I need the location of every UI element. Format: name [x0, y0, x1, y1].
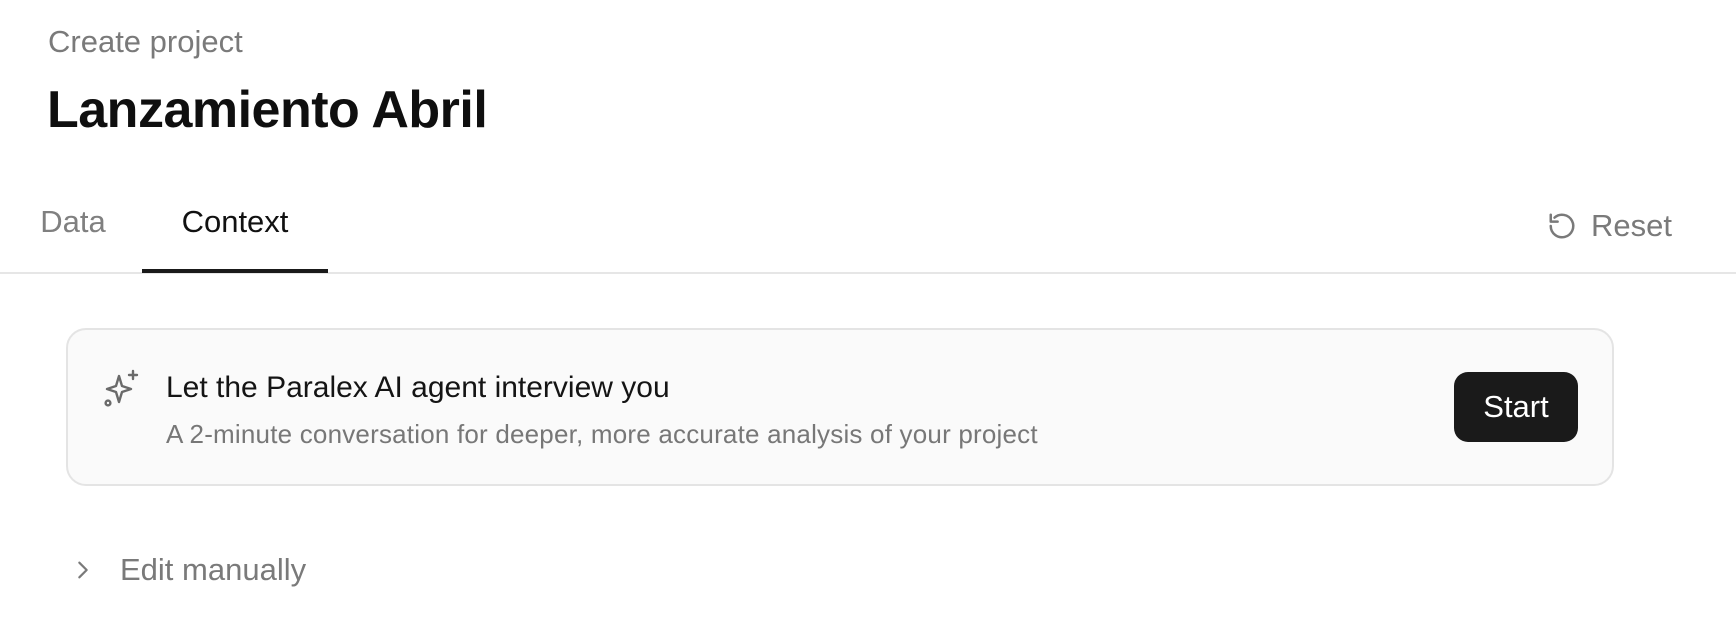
tab-data-label: Data — [40, 204, 106, 239]
edit-manually-toggle[interactable]: Edit manually — [72, 548, 306, 592]
start-button[interactable]: Start — [1454, 372, 1578, 442]
edit-manually-label: Edit manually — [120, 552, 307, 587]
ai-interview-card: Let the Paralex AI agent interview you A… — [66, 328, 1614, 486]
tab-context-label: Context — [181, 204, 289, 239]
reset-icon — [1547, 211, 1577, 241]
page-title: Lanzamiento Abril — [47, 81, 488, 139]
card-title: Let the Paralex AI agent interview you — [166, 371, 670, 404]
chevron-right-icon — [72, 559, 94, 581]
reset-label: Reset — [1591, 208, 1672, 243]
breadcrumb: Create project — [48, 24, 243, 59]
reset-button[interactable]: Reset — [1547, 202, 1672, 250]
create-project-page: Create project Lanzamiento Abril Data Co… — [0, 0, 1736, 628]
active-tab-indicator — [142, 269, 328, 273]
tab-data[interactable]: Data — [0, 182, 146, 272]
tab-bar: Data Context Reset — [0, 182, 1736, 274]
tab-context[interactable]: Context — [142, 182, 328, 273]
card-subtitle: A 2-minute conversation for deeper, more… — [166, 419, 1038, 449]
sparkle-icon — [102, 368, 142, 408]
